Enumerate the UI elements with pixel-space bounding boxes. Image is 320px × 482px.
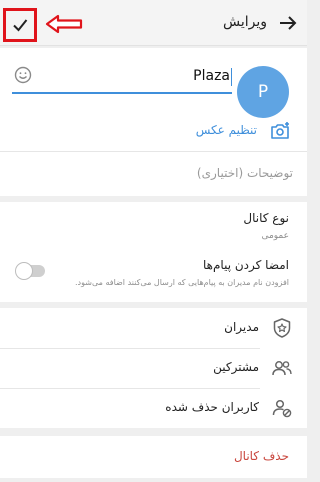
menu-item-admins[interactable]: مدیران [0,308,307,348]
channel-settings-section: نوع کانال عمومی امضا کردن پیام‌ها افزودن… [0,202,307,302]
avatar-letter: P [257,82,269,102]
members-section: مدیران مشترکین کاربران حذف شده [0,308,307,428]
sign-messages-title: امضا کردن پیام‌ها [203,258,289,272]
set-photo-link[interactable]: تنظیم عکس [196,123,257,137]
divider [0,151,307,152]
delete-section: حذف کانال [0,436,307,478]
channel-type-value: عمومی [261,231,289,241]
menu-item-removed-users[interactable]: کاربران حذف شده [0,388,307,428]
admin-star-icon [273,318,291,338]
toggle-knob [15,262,33,280]
users-icon [272,361,292,376]
delete-channel-button[interactable]: حذف کانال [234,449,289,463]
channel-type-title: نوع کانال [243,211,289,225]
channel-name-value: Plaza [193,68,230,84]
avatar[interactable]: P [237,66,289,118]
sign-messages-description: افزودن نام مدیران به پیام‌هایی که ارسال … [75,278,289,287]
menu-item-label: کاربران حذف شده [165,400,259,414]
text-caret [231,68,232,86]
menu-item-subscribers[interactable]: مشترکین [0,348,307,388]
channel-name-field[interactable]: Plaza [12,62,232,94]
done-button[interactable] [3,8,37,42]
emoji-icon[interactable] [14,66,32,84]
sign-messages-toggle[interactable] [15,262,45,280]
page-title: ویرایش [222,14,267,30]
menu-item-label: مشترکین [213,360,259,374]
menu-item-label: مدیران [224,320,259,334]
check-icon [13,19,28,32]
toolbar: ویرایش [0,0,307,46]
description-input[interactable]: توضیحات (اختیاری) [197,166,293,180]
blocked-user-icon [272,399,292,418]
annotation-arrow-icon [45,14,83,34]
arrow-right-icon[interactable] [277,12,299,34]
profile-section: P Plaza تنظیم عکس توضیحات (اختیاری) [0,48,307,196]
camera-add-icon[interactable] [269,120,291,142]
